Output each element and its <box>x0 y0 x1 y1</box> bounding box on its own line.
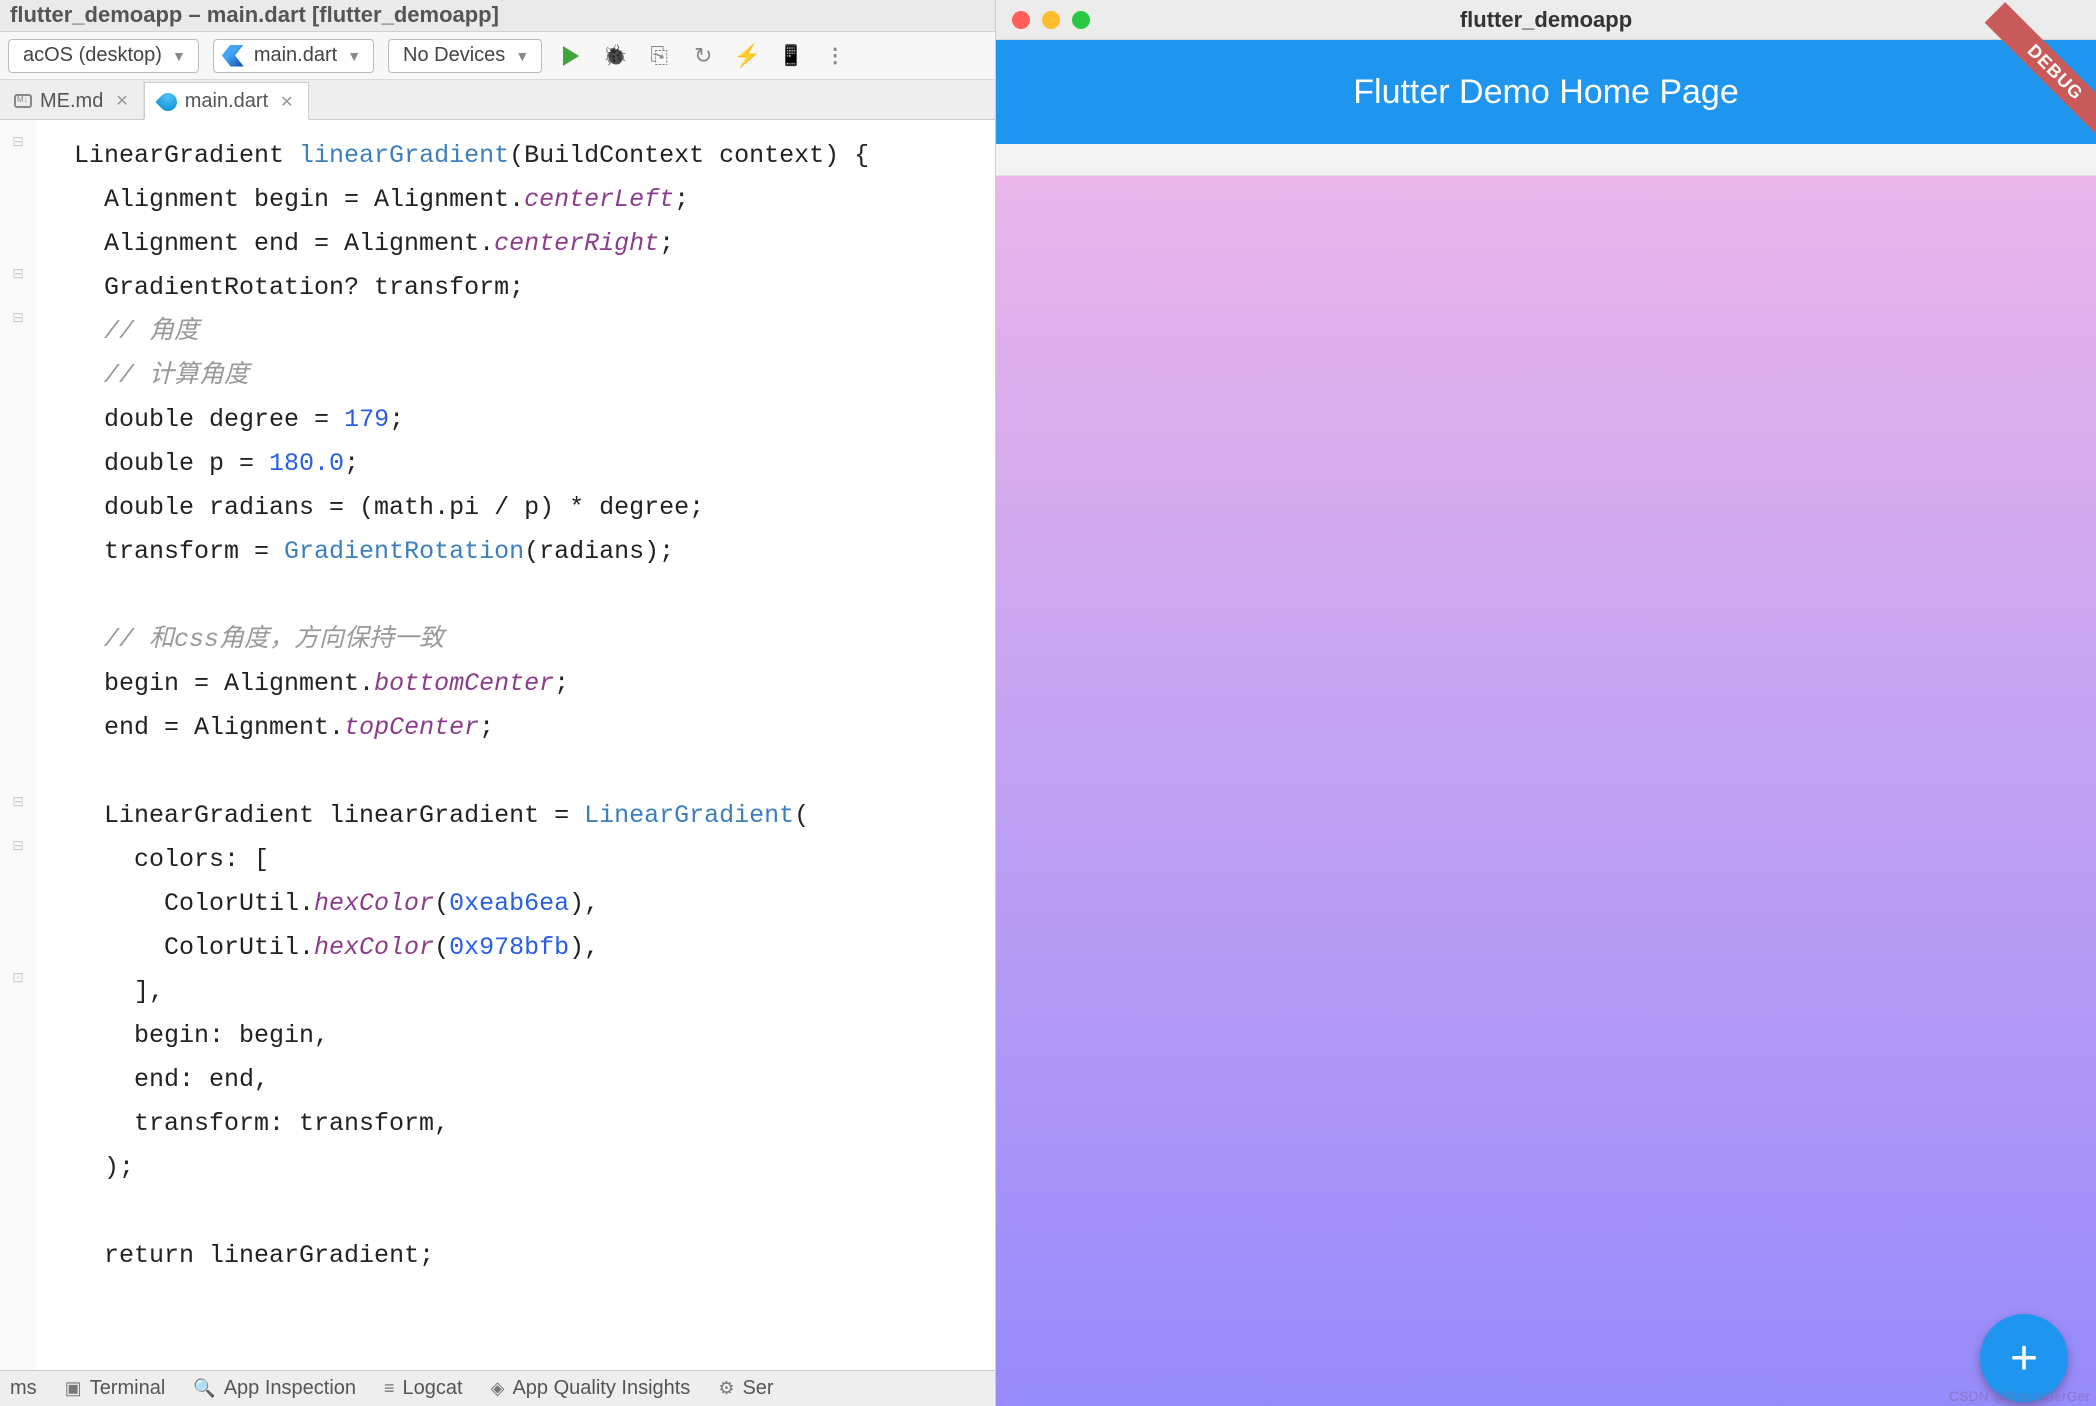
tab-main-dart[interactable]: main.dart ✕ <box>144 82 309 120</box>
gradient-body: + CSDN @BruceGerGer <box>996 176 2096 1406</box>
terminal-icon: ▣ <box>65 1378 82 1399</box>
more-actions-button[interactable] <box>820 41 850 71</box>
dart-icon <box>155 89 180 114</box>
target-device-label: acOS (desktop) <box>23 44 162 67</box>
chevron-down-icon: ▼ <box>347 48 361 64</box>
close-icon[interactable]: ✕ <box>280 92 293 112</box>
mac-titlebar: flutter_demoapp <box>996 0 2096 40</box>
close-window-button[interactable] <box>1012 11 1030 29</box>
main-toolbar: acOS (desktop) ▼ main.dart ▼ No Devices … <box>0 32 995 80</box>
debug-button[interactable] <box>600 41 630 71</box>
inspection-icon: 🔍 <box>193 1378 215 1399</box>
simulator-window: flutter_demoapp Flutter Demo Home Page D… <box>996 0 2096 1406</box>
terminal-tool-tab[interactable]: ▣Terminal <box>65 1377 166 1400</box>
run-button[interactable] <box>556 41 586 71</box>
quality-tool-tab[interactable]: ◈App Quality Insights <box>491 1377 691 1400</box>
close-icon[interactable]: ✕ <box>115 91 128 111</box>
problems-tool-tab[interactable]: ms <box>10 1377 37 1400</box>
watermark-text: CSDN @BruceGerGer <box>1949 1388 2090 1404</box>
chevron-down-icon: ▼ <box>172 48 186 64</box>
services-tool-tab[interactable]: ⚙Ser <box>718 1377 773 1400</box>
appbar-spacer <box>996 144 2096 176</box>
logcat-tool-tab[interactable]: ≡Logcat <box>384 1377 463 1400</box>
services-icon: ⚙ <box>718 1378 734 1399</box>
code-content[interactable]: LinearGradient linearGradient(BuildConte… <box>36 120 995 1370</box>
ide-window: flutter_demoapp – main.dart [flutter_dem… <box>0 0 996 1406</box>
flutter-appbar: Flutter Demo Home Page DEBUG <box>996 40 2096 144</box>
markdown-icon <box>14 94 32 108</box>
code-editor[interactable]: ⊟⊟ ⊟ ⊟ ⊟⊡ LinearGradient linearGradient(… <box>0 120 995 1370</box>
tab-readme[interactable]: ME.md ✕ <box>0 81 144 119</box>
tab-label: main.dart <box>185 90 268 113</box>
minimize-window-button[interactable] <box>1042 11 1060 29</box>
hot-restart-button[interactable] <box>688 41 718 71</box>
plus-icon: + <box>2010 1331 2038 1386</box>
appbar-title: Flutter Demo Home Page <box>1353 73 1739 112</box>
tab-label: ME.md <box>40 90 103 113</box>
diamond-icon: ◈ <box>491 1378 505 1399</box>
chevron-down-icon: ▼ <box>515 48 529 64</box>
run-icon <box>563 46 579 66</box>
logcat-icon: ≡ <box>384 1378 395 1399</box>
flutter-icon <box>222 45 244 67</box>
tool-window-bar: ms ▣Terminal 🔍App Inspection ≡Logcat ◈Ap… <box>0 1370 995 1406</box>
editor-tabs: ME.md ✕ main.dart ✕ <box>0 80 995 120</box>
window-title-bar: flutter_demoapp – main.dart [flutter_dem… <box>0 0 995 32</box>
attach-debugger-button[interactable] <box>644 41 674 71</box>
traffic-lights <box>1012 11 1090 29</box>
run-config-label: main.dart <box>254 44 337 67</box>
fullscreen-window-button[interactable] <box>1072 11 1090 29</box>
editor-gutter: ⊟⊟ ⊟ ⊟ ⊟⊡ <box>0 120 36 1370</box>
device-selector-dropdown[interactable]: No Devices ▼ <box>388 39 542 73</box>
app-inspection-tool-tab[interactable]: 🔍App Inspection <box>193 1377 356 1400</box>
device-selector-label: No Devices <box>403 44 505 67</box>
target-device-dropdown[interactable]: acOS (desktop) ▼ <box>8 39 199 73</box>
mac-window-title: flutter_demoapp <box>1460 7 1632 33</box>
run-config-dropdown[interactable]: main.dart ▼ <box>213 39 374 73</box>
hot-reload-button[interactable] <box>732 41 762 71</box>
window-title: flutter_demoapp – main.dart [flutter_dem… <box>10 2 499 27</box>
open-devtools-button[interactable] <box>776 41 806 71</box>
